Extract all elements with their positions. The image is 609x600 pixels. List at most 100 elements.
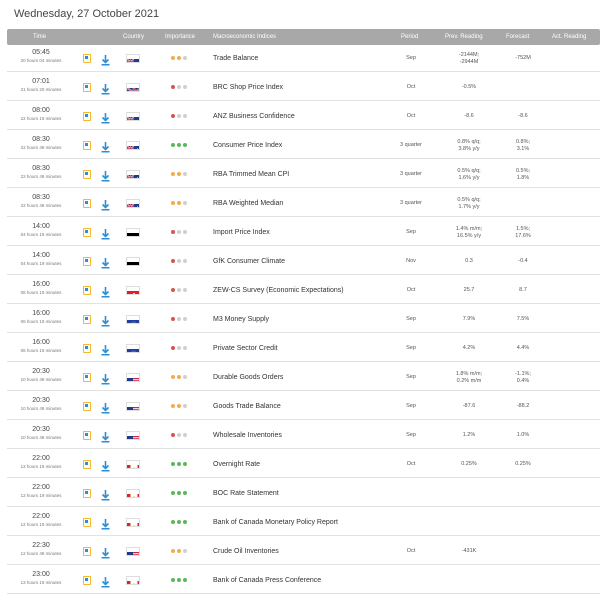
header-importance[interactable]: Importance xyxy=(165,33,195,41)
add-to-calendar-icon[interactable] xyxy=(83,199,91,208)
event-name-link[interactable]: RBA Trimmed Mean CPI xyxy=(213,171,289,178)
event-name-link[interactable]: Overnight Rate xyxy=(213,461,260,468)
table-row[interactable]: 14:00 04 hours 19 minutes GfK Consumer C… xyxy=(7,248,600,275)
download-icon[interactable] xyxy=(101,227,110,240)
add-to-calendar-icon[interactable] xyxy=(83,489,91,498)
event-name-link[interactable]: Wholesale Inventories xyxy=(213,432,282,439)
download-icon[interactable] xyxy=(101,198,110,211)
event-name-link[interactable]: Import Price Index xyxy=(213,229,270,236)
table-row[interactable]: 20:30 10 hours 49 minutes Durable Goods … xyxy=(7,364,600,391)
add-to-calendar-icon[interactable] xyxy=(83,257,91,266)
table-row[interactable]: 05:45 20 hours 04 minutes Trade Balance … xyxy=(7,45,600,72)
table-row[interactable]: 16:00 06 hours 19 minutes M3 Money Suppl… xyxy=(7,306,600,333)
add-to-calendar-icon[interactable] xyxy=(83,402,91,411)
add-to-calendar-icon[interactable] xyxy=(83,228,91,237)
event-name-link[interactable]: ZEW-CS Survey (Economic Expectations) xyxy=(213,287,344,294)
header-country[interactable]: Country xyxy=(123,33,144,41)
download-icon[interactable] xyxy=(101,256,110,269)
table-row[interactable]: 08:00 22 hours 19 minutes ANZ Business C… xyxy=(7,103,600,130)
download-icon[interactable] xyxy=(101,53,110,66)
table-row[interactable]: 16:00 06 hours 19 minutes Private Sector… xyxy=(7,335,600,362)
event-name-link[interactable]: GfK Consumer Climate xyxy=(213,258,285,265)
table-row[interactable]: 22:00 12 hours 19 minutes BOC Rate State… xyxy=(7,480,600,507)
header-prev[interactable]: Prev. Reading xyxy=(445,33,483,41)
header-actual[interactable]: Act. Reading xyxy=(552,33,586,41)
importance-dot xyxy=(171,201,175,205)
download-icon[interactable] xyxy=(101,517,110,530)
event-time-remaining: 22 hours 49 minutes xyxy=(20,145,62,150)
event-time: 08:00 xyxy=(32,107,50,114)
event-forecast: 1.0% xyxy=(516,432,530,438)
importance-dot xyxy=(171,114,175,118)
add-to-calendar-icon[interactable] xyxy=(83,518,91,527)
importance-dot xyxy=(177,462,181,466)
add-to-calendar-icon[interactable] xyxy=(83,170,91,179)
event-name-link[interactable]: Bank of Canada Monetary Policy Report xyxy=(213,519,338,526)
add-to-calendar-icon[interactable] xyxy=(83,315,91,324)
download-icon[interactable] xyxy=(101,575,110,588)
add-to-calendar-icon[interactable] xyxy=(83,344,91,353)
header-time[interactable]: Time xyxy=(33,33,46,41)
download-icon[interactable] xyxy=(101,372,110,385)
add-to-calendar-icon[interactable] xyxy=(83,373,91,382)
download-icon[interactable] xyxy=(101,140,110,153)
add-to-calendar-icon[interactable] xyxy=(83,83,91,92)
event-name-link[interactable]: Private Sector Credit xyxy=(213,345,278,352)
download-icon[interactable] xyxy=(101,430,110,443)
download-icon[interactable] xyxy=(101,314,110,327)
table-row[interactable]: 16:00 06 hours 19 minutes ZEW-CS Survey … xyxy=(7,277,600,304)
importance-dot xyxy=(177,56,181,60)
header-forecast[interactable]: Forecast xyxy=(506,33,529,41)
header-indicator[interactable]: Macroeconomic Indices xyxy=(213,33,276,41)
table-row[interactable]: 20:30 10 hours 49 minutes Goods Trade Ba… xyxy=(7,393,600,420)
add-to-calendar-icon[interactable] xyxy=(83,141,91,150)
download-icon[interactable] xyxy=(101,459,110,472)
event-name-link[interactable]: Consumer Price Index xyxy=(213,142,282,149)
table-row[interactable]: 22:00 12 hours 19 minutes Overnight Rate… xyxy=(7,451,600,478)
event-name-link[interactable]: Trade Balance xyxy=(213,55,258,62)
event-name-link[interactable]: BOC Rate Statement xyxy=(213,490,279,497)
table-row[interactable]: 08:30 22 hours 49 minutes Consumer Price… xyxy=(7,132,600,159)
event-name-link[interactable]: Durable Goods Orders xyxy=(213,374,283,381)
table-row[interactable]: 08:30 22 hours 49 minutes RBA Weighted M… xyxy=(7,190,600,217)
download-icon[interactable] xyxy=(101,111,110,124)
download-icon[interactable] xyxy=(101,546,110,559)
download-icon[interactable] xyxy=(101,343,110,356)
download-icon[interactable] xyxy=(101,401,110,414)
add-to-calendar-icon[interactable] xyxy=(83,576,91,585)
add-to-calendar-icon[interactable] xyxy=(83,460,91,469)
download-icon[interactable] xyxy=(101,169,110,182)
table-row[interactable]: 22:30 12 hours 49 minutes Crude Oil Inve… xyxy=(7,538,600,565)
importance-dot xyxy=(183,433,187,437)
event-name-link[interactable]: Bank of Canada Press Conference xyxy=(213,577,321,584)
event-name-link[interactable]: M3 Money Supply xyxy=(213,316,269,323)
event-name-link[interactable]: BRC Shop Price Index xyxy=(213,84,283,91)
download-icon[interactable] xyxy=(101,285,110,298)
importance-dot xyxy=(183,143,187,147)
table-row[interactable]: 08:30 22 hours 49 minutes RBA Trimmed Me… xyxy=(7,161,600,188)
table-row[interactable]: 23:00 13 hours 19 minutes Bank of Canada… xyxy=(7,567,600,594)
event-period: Oct xyxy=(406,548,416,554)
event-name-link[interactable]: ANZ Business Confidence xyxy=(213,113,295,120)
event-prev-reading: -0.5% xyxy=(461,84,477,90)
table-row[interactable]: 22:00 12 hours 19 minutes Bank of Canada… xyxy=(7,509,600,536)
event-time: 16:00 xyxy=(32,310,50,317)
add-to-calendar-icon[interactable] xyxy=(83,112,91,121)
add-to-calendar-icon[interactable] xyxy=(83,431,91,440)
event-time-remaining: 12 hours 19 minutes xyxy=(20,522,62,527)
download-icon[interactable] xyxy=(101,82,110,95)
event-period: Oct xyxy=(406,461,416,467)
add-to-calendar-icon[interactable] xyxy=(83,54,91,63)
add-to-calendar-icon[interactable] xyxy=(83,547,91,556)
event-name-link[interactable]: RBA Weighted Median xyxy=(213,200,283,207)
event-name-link[interactable]: Crude Oil Inventories xyxy=(213,548,279,555)
header-period[interactable]: Period xyxy=(401,33,418,41)
table-row[interactable]: 07:01 21 hours 20 minutes BRC Shop Price… xyxy=(7,74,600,101)
table-row[interactable]: 20:30 10 hours 49 minutes Wholesale Inve… xyxy=(7,422,600,449)
event-time-remaining: 12 hours 19 minutes xyxy=(20,493,62,498)
download-icon[interactable] xyxy=(101,488,110,501)
flag-united-states-icon xyxy=(126,402,140,411)
event-name-link[interactable]: Goods Trade Balance xyxy=(213,403,281,410)
table-row[interactable]: 14:00 04 hours 19 minutes Import Price I… xyxy=(7,219,600,246)
add-to-calendar-icon[interactable] xyxy=(83,286,91,295)
